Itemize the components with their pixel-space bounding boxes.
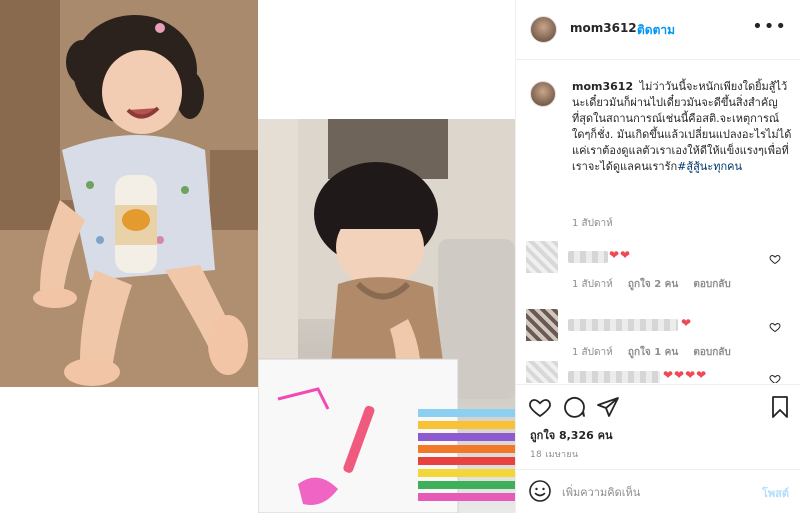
add-comment-bar: โพสต์ (516, 469, 800, 513)
more-options-icon[interactable]: ••• (752, 16, 787, 37)
comment-username-blurred[interactable] (568, 319, 678, 331)
comment-item: ❤❤ 1 สัปดาห์ ถูกใจ 2 คน ตอบกลับ (516, 241, 800, 311)
post-date[interactable]: 18 เมษายน (530, 447, 578, 461)
heart-icon[interactable] (528, 395, 552, 419)
comment-avatar[interactable] (526, 361, 558, 383)
comment-input[interactable] (562, 482, 742, 502)
caption-author-avatar[interactable] (530, 81, 556, 107)
author-avatar[interactable] (530, 16, 557, 43)
reply-button[interactable]: ตอบกลับ (693, 347, 730, 358)
likes-count[interactable]: ถูกใจ 8,326 คน (530, 426, 612, 444)
photo-boy-illustration (258, 119, 515, 513)
comment-text: ❤❤❤❤ (663, 368, 708, 382)
author-username[interactable]: mom3612 (570, 21, 637, 35)
comment-heart-icon[interactable] (769, 253, 781, 265)
emoji-icon[interactable] (528, 479, 552, 503)
comments-section[interactable]: mom3612 ไม่ว่าวันนี้จะหนักเพียงใดยิ้มสู้… (516, 61, 800, 383)
bookmark-icon[interactable] (768, 395, 792, 419)
comment-heart-icon[interactable] (769, 373, 781, 383)
photo-girl-illustration (0, 0, 258, 387)
post-side-panel: mom3612 ติดตาม ••• mom3612 ไม่ว่าวันนี้จ… (515, 0, 800, 513)
comment-avatar[interactable] (526, 241, 558, 273)
comment-item: ❤❤❤❤ (516, 361, 800, 383)
post-caption: mom3612 ไม่ว่าวันนี้จะหนักเพียงใดยิ้มสู้… (572, 79, 792, 175)
post-actions: ถูกใจ 8,326 คน 18 เมษายน (516, 384, 800, 469)
comment-username-blurred[interactable] (568, 371, 660, 383)
caption-username[interactable]: mom3612 (572, 80, 633, 93)
caption-hashtag[interactable]: #สู้สู้นะทุกคน (677, 160, 742, 173)
post-media (0, 0, 515, 513)
photo-boy-drawing (258, 119, 515, 513)
comment-likes[interactable]: ถูกใจ 2 คน (628, 279, 678, 290)
comment-meta: 1 สัปดาห์ ถูกใจ 2 คน ตอบกลับ (572, 277, 743, 292)
share-icon[interactable] (596, 395, 620, 419)
caption-timestamp[interactable]: 1 สัปดาห์ (572, 216, 613, 231)
comment-time[interactable]: 1 สัปดาห์ (572, 347, 613, 358)
comment-likes[interactable]: ถูกใจ 1 คน (628, 347, 678, 358)
photo-girl-on-sofa (0, 0, 258, 387)
post-header: mom3612 ติดตาม ••• (516, 0, 800, 60)
comment-time[interactable]: 1 สัปดาห์ (572, 279, 613, 290)
comment-avatar[interactable] (526, 309, 558, 341)
comment-text: ❤❤ (609, 248, 632, 262)
comment-meta: 1 สัปดาห์ ถูกใจ 1 คน ตอบกลับ (572, 345, 743, 360)
reply-button[interactable]: ตอบกลับ (693, 279, 730, 290)
follow-button[interactable]: ติดตาม (637, 21, 675, 40)
comment-heart-icon[interactable] (769, 321, 781, 333)
comment-username-blurred[interactable] (568, 251, 608, 263)
comment-icon[interactable] (562, 395, 586, 419)
post-button[interactable]: โพสต์ (762, 484, 789, 502)
comment-text: ❤ (681, 316, 693, 330)
